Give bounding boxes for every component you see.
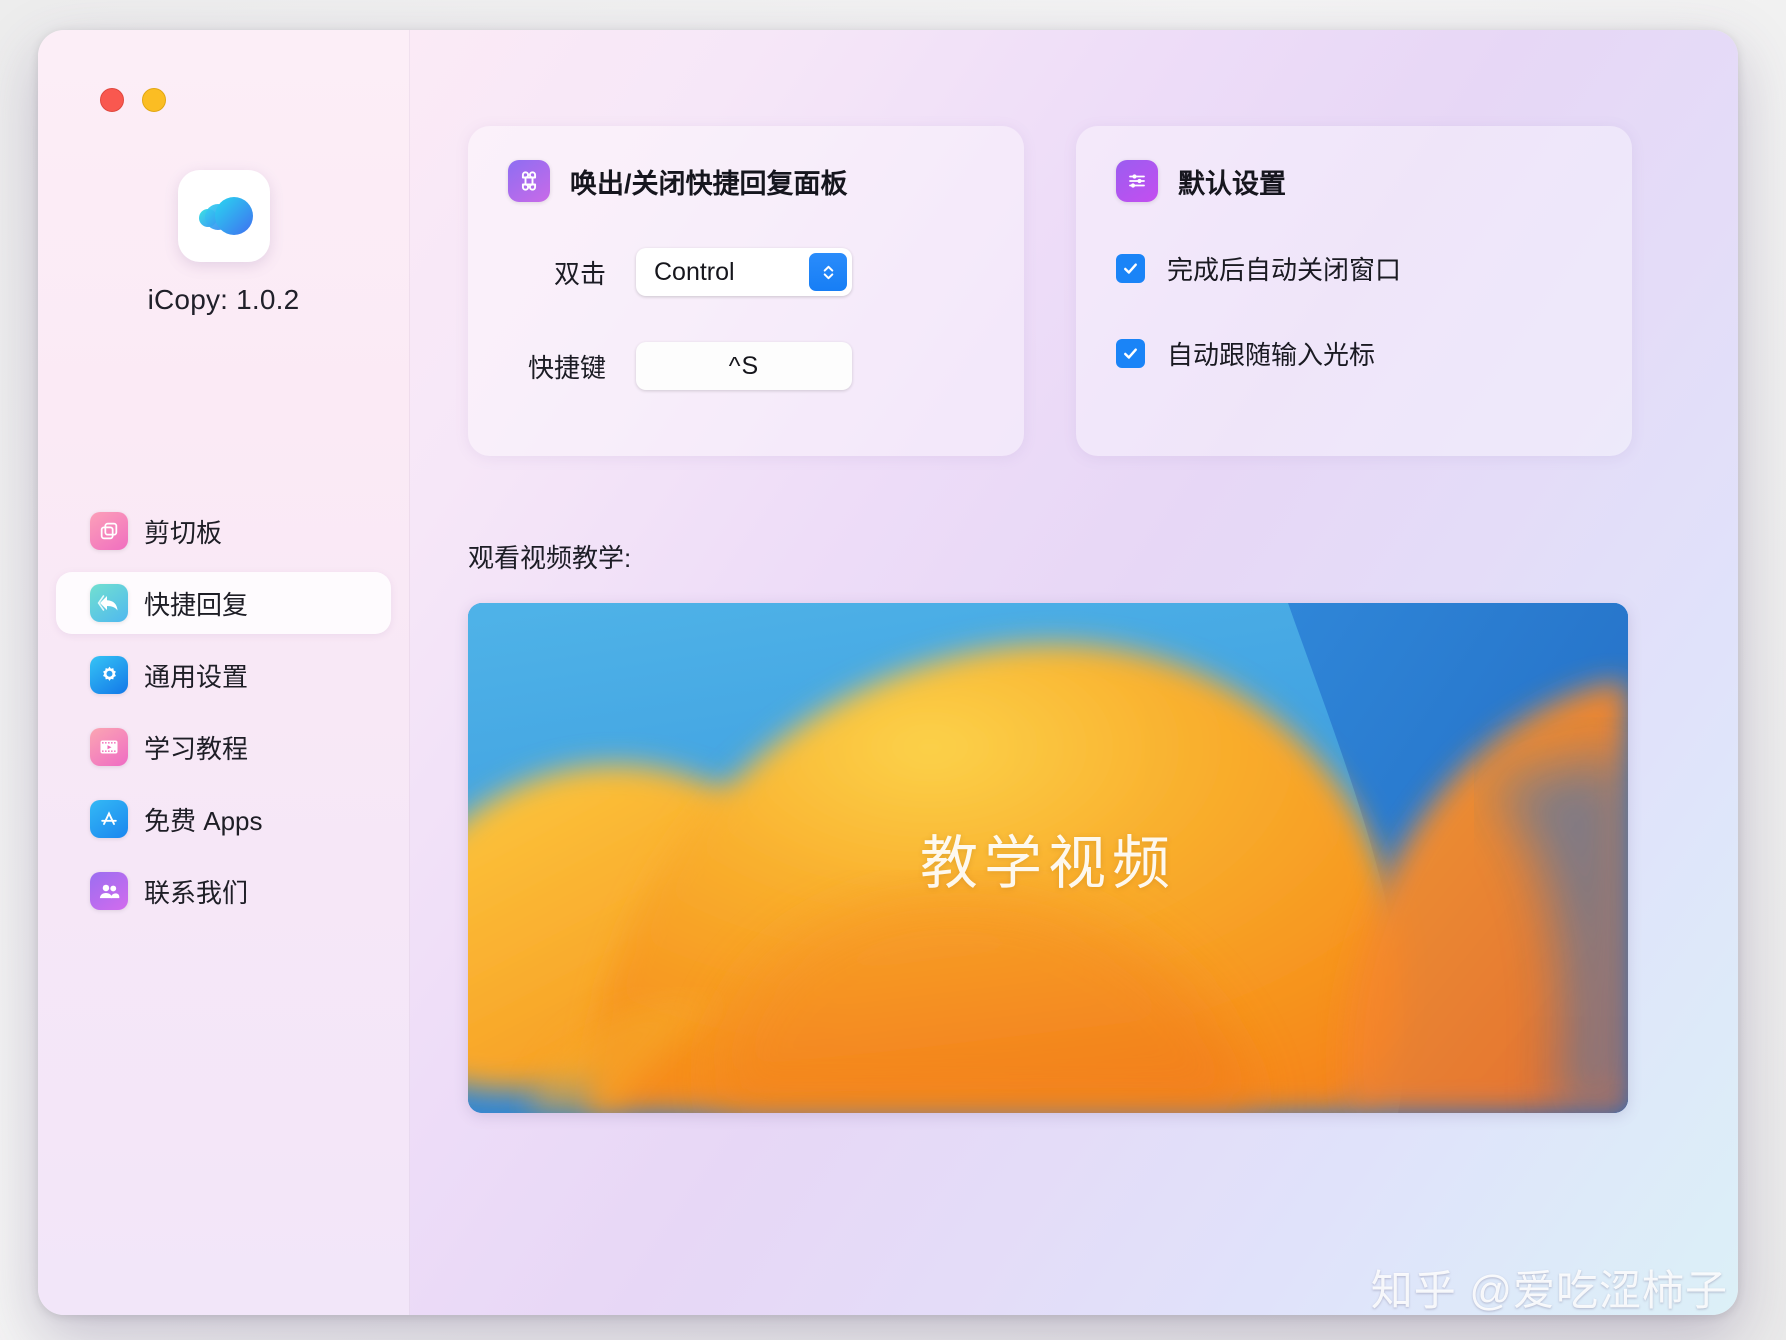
reply-arrow-icon (90, 584, 128, 622)
sidebar-item-tutorial[interactable]: 学习教程 (56, 716, 391, 778)
app-title: iCopy: 1.0.2 (147, 284, 300, 315)
sidebar-item-label: 联系我们 (144, 877, 249, 908)
card-title: 默认设置 (1178, 168, 1286, 199)
clipboard-icon (90, 512, 128, 550)
checkbox-checked-icon[interactable] (1116, 339, 1145, 368)
card-header: 唤出/关闭快捷回复面板 (508, 160, 984, 202)
sidebar-item-clipboard[interactable]: 剪切板 (56, 500, 391, 562)
window-traffic-lights (100, 88, 166, 112)
option-auto-close-window[interactable]: 完成后自动关闭窗口 (1116, 250, 1592, 287)
sidebar-nav: 剪切板 快捷回复 通用设置 学习教程 免费 Apps 联系我们 (38, 500, 409, 932)
main-content: 唤出/关闭快捷回复面板 双击 Control 快捷键 ^S 默认设置 完成后自动… (410, 30, 1738, 1315)
sidebar: iCopy: 1.0.2 剪切板 快捷回复 通用设置 学习教程 免费 Apps … (38, 30, 410, 1315)
double-click-label: 双击 (553, 258, 606, 289)
sidebar-item-general-settings[interactable]: 通用设置 (56, 644, 391, 706)
modifier-key-value: Control (654, 257, 735, 286)
minimize-window-button[interactable] (142, 88, 166, 112)
hotkey-label: 快捷键 (527, 352, 606, 383)
sidebar-item-label: 学习教程 (144, 733, 249, 764)
settings-cards-row: 唤出/关闭快捷回复面板 双击 Control 快捷键 ^S 默认设置 完成后自动… (468, 126, 1690, 456)
tutorial-video-thumbnail[interactable]: 教学视频 (468, 603, 1628, 1113)
option-label: 完成后自动关闭窗口 (1167, 255, 1402, 285)
sidebar-item-free-apps[interactable]: 免费 Apps (56, 788, 391, 850)
sidebar-item-label: 快捷回复 (144, 589, 249, 620)
video-film-icon (90, 728, 128, 766)
card-header: 默认设置 (1116, 160, 1592, 202)
hotkey-row: 快捷键 ^S (508, 342, 984, 390)
shortcut-settings-card: 唤出/关闭快捷回复面板 双击 Control 快捷键 ^S (468, 126, 1024, 456)
hotkey-value: ^S (728, 351, 760, 380)
close-window-button[interactable] (100, 88, 124, 112)
sliders-icon (1116, 160, 1158, 202)
modifier-key-select[interactable]: Control (636, 248, 852, 296)
video-section: 观看视频教学: 教学视频 (468, 538, 1690, 1113)
video-caption: 观看视频教学: (468, 543, 632, 573)
chevron-updown-icon[interactable] (809, 253, 847, 291)
command-key-icon (508, 160, 550, 202)
sidebar-item-quick-reply[interactable]: 快捷回复 (56, 572, 391, 634)
option-follow-cursor[interactable]: 自动跟随输入光标 (1116, 335, 1592, 372)
app-window: iCopy: 1.0.2 剪切板 快捷回复 通用设置 学习教程 免费 Apps … (38, 30, 1738, 1315)
gear-icon (90, 656, 128, 694)
app-store-icon (90, 800, 128, 838)
sidebar-item-label: 剪切板 (144, 517, 223, 548)
people-icon (90, 872, 128, 910)
sidebar-item-label: 免费 Apps (144, 805, 263, 836)
desktop-backdrop: iCopy: 1.0.2 剪切板 快捷回复 通用设置 学习教程 免费 Apps … (0, 0, 1786, 1340)
checkbox-checked-icon[interactable] (1116, 254, 1145, 283)
app-identity: iCopy: 1.0.2 (38, 170, 409, 316)
default-settings-card: 默认设置 完成后自动关闭窗口 自动跟随输入光标 (1076, 126, 1632, 456)
card-title: 唤出/关闭快捷回复面板 (570, 168, 848, 199)
hotkey-recorder-field[interactable]: ^S (636, 342, 852, 390)
option-label: 自动跟随输入光标 (1167, 340, 1376, 370)
sidebar-item-contact-us[interactable]: 联系我们 (56, 860, 391, 922)
icopy-logo-icon (177, 170, 270, 262)
sidebar-item-label: 通用设置 (144, 661, 249, 692)
video-overlay-title: 教学视频 (919, 829, 1177, 897)
double-click-row: 双击 Control (508, 248, 984, 296)
